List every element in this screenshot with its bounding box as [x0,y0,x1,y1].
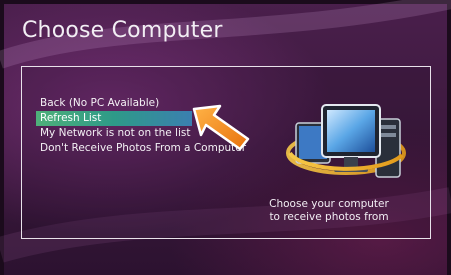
arrow-pointer-icon [192,104,250,151]
caption-line-2: to receive photos from [269,211,389,223]
frame-right [447,0,451,275]
menu-item-refresh-list[interactable]: Refresh List [36,111,192,126]
instruction-caption: Choose your computer to receive photos f… [236,198,422,224]
caption-line-1: Choose your computer [269,198,389,210]
computer-monitor-icon [286,104,406,178]
frame-left [0,0,4,275]
frame-top [0,0,451,4]
computer-selection-panel: Back (No PC Available) Refresh List My N… [21,66,431,239]
choose-computer-screen: Choose Computer Back (No PC Available) R… [0,0,451,275]
page-title: Choose Computer [22,18,223,43]
